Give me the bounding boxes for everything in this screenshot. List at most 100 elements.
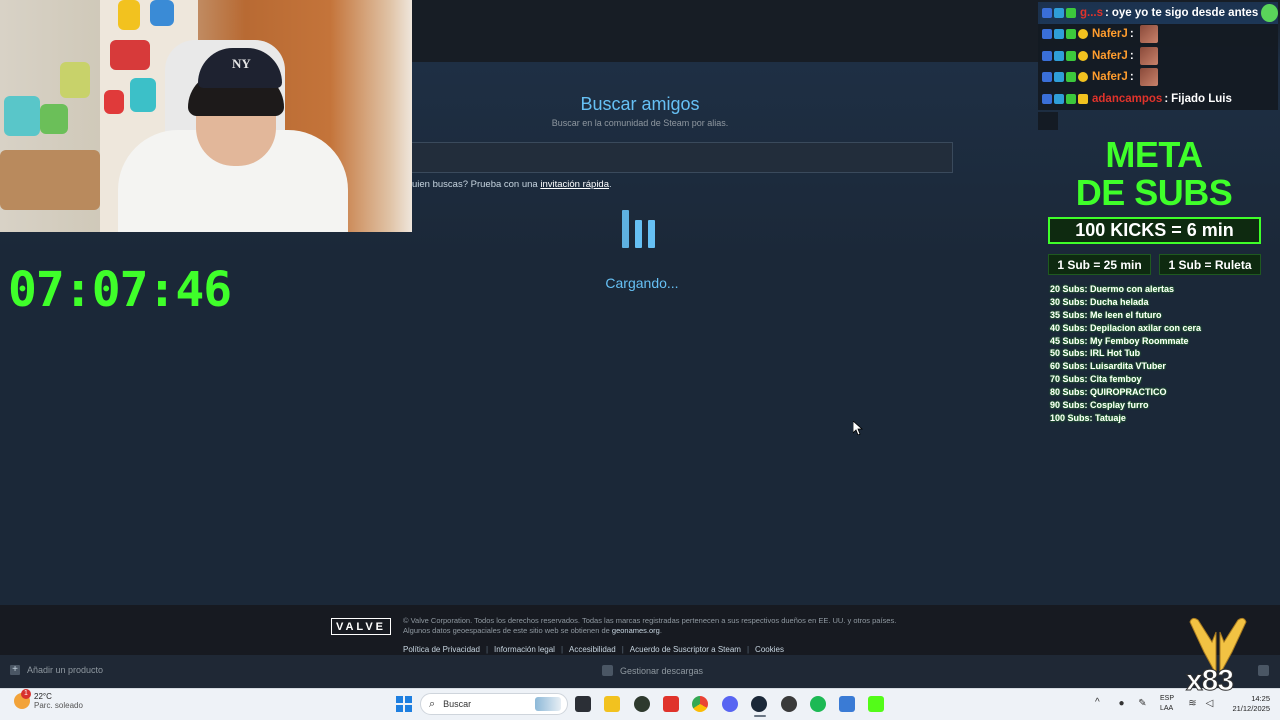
badge-icon <box>1078 50 1088 61</box>
geodata-prefix: Algunos datos geoespaciales de este siti… <box>403 626 612 635</box>
folder-icon[interactable] <box>604 696 620 712</box>
toy-figure <box>104 90 124 114</box>
legal-info-link[interactable]: Información legal <box>494 645 555 654</box>
badge-icon <box>1054 93 1064 104</box>
loading-throbber-icon <box>622 210 656 248</box>
sub-goal: 20 Subs: Duermo con alertas <box>1050 284 1175 294</box>
quick-invite-suffix: . <box>609 179 612 190</box>
language-indicator[interactable]: ESP LAA <box>1160 694 1174 714</box>
volume-icon[interactable]: ◁ <box>1204 698 1215 709</box>
quick-invite-prefix: uien buscas? Prueba con una <box>412 179 541 190</box>
cookies-link[interactable]: Cookies <box>755 645 784 654</box>
chat-message: adancampos: Fijado Luis <box>1038 88 1278 110</box>
friend-search-input[interactable] <box>412 142 953 173</box>
accessibility-link[interactable]: Accesibilidad <box>569 645 616 654</box>
download-icon <box>602 665 613 676</box>
chat-badges <box>1042 7 1076 18</box>
footer-links: Política de Privacidad | Información lega… <box>403 645 784 654</box>
find-friends-title: Buscar amigos <box>580 94 700 114</box>
photo-emote-icon <box>1139 25 1158 44</box>
weather-widget[interactable]: 1 22°C Parc. soleado <box>14 689 83 710</box>
toy-figure <box>118 0 140 30</box>
discord-icon[interactable] <box>722 696 738 712</box>
badge-icon <box>1066 93 1076 104</box>
chat-message: NaferJ: <box>1038 23 1278 45</box>
pen-icon[interactable]: ✎ <box>1137 698 1148 709</box>
friends-chat-icon[interactable] <box>1258 665 1269 676</box>
subscriber-agreement-link[interactable]: Acuerdo de Suscriptor a Steam <box>630 645 741 654</box>
windows-logo-icon <box>396 696 403 703</box>
sub-goal: 90 Subs: Cosplay furro <box>1050 400 1149 411</box>
privacy-policy-link[interactable]: Política de Privacidad <box>403 645 480 654</box>
sub-goal: 50 Subs: IRL Hot Tub <box>1050 348 1141 359</box>
find-friends-subtitle: Buscar en la comunidad de Steam por alia… <box>551 118 729 128</box>
notepad-icon[interactable] <box>839 696 855 712</box>
sub-goal: 45 Subs: My Femboy Roommate <box>1050 335 1189 346</box>
weather-description: Parc. soleado <box>34 701 83 710</box>
sun-icon: 1 <box>14 689 31 709</box>
chat-message: NaferJ: <box>1038 66 1278 88</box>
chat-text: oye yo te sigo desde antes <box>1111 6 1259 19</box>
app-green-icon[interactable] <box>634 696 650 712</box>
footer-separator: | <box>621 645 624 654</box>
chat-username: NaferJ <box>1092 71 1128 84</box>
plus-icon: + <box>10 665 20 675</box>
spotify-icon[interactable] <box>810 696 826 712</box>
kicks-rule: 100 KICKS = 6 min <box>1048 217 1261 244</box>
cap-logo: NY <box>232 56 251 71</box>
chat-placeholder <box>1038 111 1058 130</box>
quick-invite-hint: uien buscas? Prueba con una invitación r… <box>412 179 612 190</box>
throbber-bar <box>648 220 655 248</box>
toy-figure <box>60 62 90 98</box>
sub-goal: 80 Subs: QUIROPRACTICO <box>1050 387 1167 398</box>
windows-logo-icon <box>396 705 403 712</box>
toy-figure <box>110 40 150 70</box>
language-code: ESP <box>1160 695 1175 702</box>
badge-icon <box>1066 50 1076 61</box>
mouse-cursor-icon <box>853 421 863 435</box>
toy-figure <box>4 96 40 136</box>
badge-icon <box>1066 29 1076 40</box>
badge-icon <box>1078 72 1088 83</box>
badge-icon <box>1042 93 1052 104</box>
toy-figure <box>150 0 174 26</box>
wifi-icon[interactable]: ≋ <box>1187 698 1198 709</box>
chat-username: NaferJ <box>1092 28 1128 41</box>
meta-title-line-1: META <box>1105 134 1203 175</box>
chat-username: g...s <box>1080 6 1104 19</box>
app-red-icon[interactable] <box>663 696 679 712</box>
start-button[interactable] <box>396 696 412 712</box>
chat-separator: : <box>1129 71 1134 84</box>
file-explorer-dark-icon[interactable] <box>575 696 591 712</box>
toy-figure <box>130 78 156 112</box>
manage-downloads-button[interactable]: Gestionar descargas <box>602 665 703 676</box>
microphone-icon[interactable]: ● <box>1116 698 1127 709</box>
valve-logo[interactable]: VALVE <box>331 618 391 635</box>
kick-icon[interactable] <box>868 696 884 712</box>
badge-icon <box>1042 50 1052 61</box>
webcam-overlay: NY <box>0 0 412 232</box>
badge-icon <box>1054 7 1064 18</box>
geonames-link[interactable]: geonames.org <box>612 626 660 635</box>
badge-icon <box>1054 50 1064 61</box>
app-dark-icon[interactable] <box>781 696 797 712</box>
chat-badges <box>1042 72 1088 83</box>
chat-message: g...s: oye yo te sigo desde antes <box>1038 2 1278 24</box>
green-face-emote-icon <box>1261 3 1278 22</box>
chevron-up-icon[interactable]: ^ <box>1095 697 1100 708</box>
toy-figure <box>40 104 68 134</box>
sub-goal: 100 Subs: Tatuaje <box>1050 412 1126 423</box>
footer-separator: | <box>560 645 564 654</box>
sub-rule-roulette: 1 Sub = Ruleta <box>1159 254 1261 275</box>
quick-invite-link[interactable]: invitación rápida <box>540 179 609 190</box>
steam-header <box>412 0 1040 62</box>
taskbar-search-placeholder: Buscar <box>443 699 472 709</box>
chrome-icon[interactable] <box>692 696 708 712</box>
keyboard-layout: LAA <box>1160 705 1174 712</box>
add-product-button[interactable]: + Añadir un producto <box>10 665 103 675</box>
add-product-label: Añadir un producto <box>27 665 104 675</box>
photo-emote-icon <box>1139 68 1158 87</box>
chat-separator: : <box>1129 49 1134 62</box>
taskbar-search[interactable]: ⌕ Buscar <box>420 693 568 715</box>
steam-icon[interactable] <box>751 696 767 712</box>
